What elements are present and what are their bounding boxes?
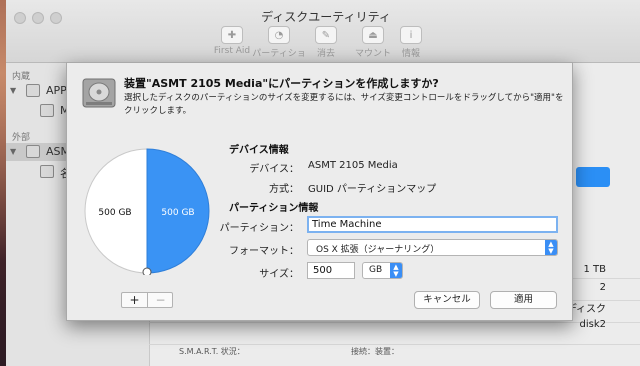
erase-icon: ✎ [315, 26, 337, 44]
scheme-label: 方式： [269, 184, 299, 195]
sheet-title: 装置"ASMT 2105 Media"にパーティションを作成しますか? [124, 77, 439, 90]
partition-pie-chart[interactable]: 500 GB 500 GB [83, 147, 211, 275]
capacity-value: 1 TB [583, 264, 606, 275]
device-id-value: disk2 [579, 319, 607, 330]
disclosure-triangle-icon[interactable]: ▼ [10, 147, 16, 156]
sidebar-external-header: 外部 [12, 133, 31, 143]
info-label: 情報 [401, 49, 420, 59]
partition-name-input[interactable]: Time Machine [307, 216, 558, 233]
window-title: ディスクユーティリティ [261, 10, 391, 24]
size-label: サイズ： [259, 269, 299, 280]
sheet-description: 選択したディスクのパーティションのサイズを変更するには、サイズ変更コントロールを… [124, 93, 564, 116]
internal-disk-icon [26, 84, 40, 97]
info-icon: i [400, 26, 422, 44]
chevron-updown-icon: ▲ ▼ [390, 263, 402, 278]
partition-sheet: 装置"ASMT 2105 Media"にパーティションを作成しますか? 選択した… [66, 62, 573, 321]
hard-disk-icon [82, 78, 116, 108]
remove-partition-button[interactable]: − [148, 293, 173, 307]
apply-button[interactable]: 適用 [490, 291, 557, 309]
pie-right-label: 500 GB [161, 208, 194, 218]
usage-bar-segment [576, 167, 610, 187]
partition-icon: ◔ [268, 26, 290, 44]
size-input[interactable]: 500 [307, 262, 355, 279]
add-remove-control: + − [121, 292, 173, 308]
child-count-value: 2 [599, 282, 606, 293]
device-value: ASMT 2105 Media [308, 160, 398, 171]
size-unit-select[interactable]: GB ▲ ▼ [362, 262, 403, 279]
divider [149, 344, 640, 345]
partition-name-label: パーティション： [219, 223, 299, 234]
format-label: フォーマット： [229, 246, 299, 257]
connection-label: 接続：装置： [351, 347, 399, 356]
sidebar-item-label: APP [46, 84, 67, 97]
add-partition-button[interactable]: + [122, 293, 148, 307]
scheme-value: GUID パーティションマップ [308, 184, 437, 195]
pie-left-label: 500 GB [98, 208, 131, 218]
disclosure-triangle-icon[interactable]: ▼ [10, 86, 16, 95]
format-select[interactable]: OS X 拡張（ジャーナリング） ▲ ▼ [307, 239, 558, 256]
chevron-updown-icon: ▲ ▼ [545, 240, 557, 255]
format-value: OS X 拡張（ジャーナリング） [316, 245, 440, 255]
info-button[interactable]: i 情報 [381, 26, 441, 59]
erase-label: 消去 [316, 49, 335, 59]
smart-status-label: S.M.A.R.T. 状況： [179, 347, 245, 356]
stethoscope-icon: ✚ [221, 26, 243, 44]
volume-icon [40, 165, 54, 178]
titlebar: ディスクユーティリティ ✚ First Aid ◔ パーティション ✎ 消去 ⏏… [6, 0, 640, 72]
first-aid-label: First Aid [213, 46, 251, 56]
device-info-title: デバイス情報 [229, 145, 289, 156]
partition-info-title: パーティション情報 [229, 203, 319, 214]
volume-icon [40, 104, 54, 117]
external-disk-icon [26, 145, 40, 158]
cancel-button[interactable]: キャンセル [414, 291, 480, 309]
sidebar-internal-header: 内蔵 [12, 72, 31, 82]
device-label: デバイス： [249, 164, 299, 175]
divider [149, 322, 640, 323]
size-unit-value: GB [369, 265, 383, 275]
resize-handle[interactable] [142, 267, 152, 275]
